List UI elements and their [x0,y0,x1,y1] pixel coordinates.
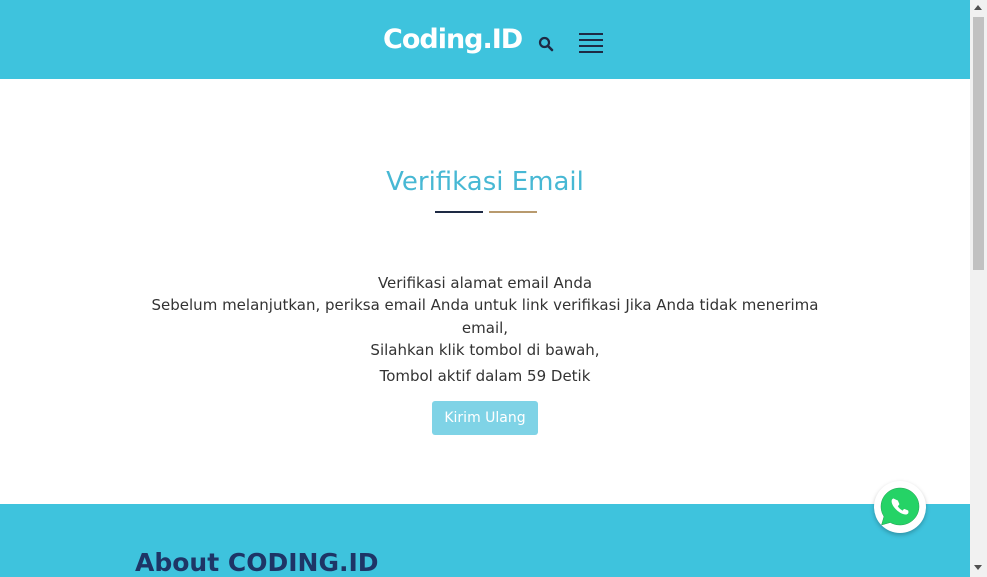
countdown-text: Tombol aktif dalam 59 Detik [379,367,591,385]
vertical-scrollbar[interactable] [970,0,987,577]
whatsapp-icon[interactable] [874,481,926,533]
hamburger-menu-icon[interactable] [579,33,603,55]
site-logo[interactable]: Coding.ID [383,24,523,55]
verification-section: Verifikasi Email Verifikasi alamat email… [0,79,970,504]
scroll-up-arrow-icon[interactable] [974,5,982,10]
verify-line-2: Sebelum melanjutkan, periksa email Anda … [151,296,819,314]
page: Coding.ID Verifikasi Email Verifikasi al… [0,0,970,577]
title-divider-dark [435,211,483,213]
scrollbar-thumb[interactable] [973,17,984,270]
footer: About CODING.ID [0,504,970,577]
scroll-down-arrow-icon[interactable] [974,565,982,570]
resend-button[interactable]: Kirim Ulang [432,401,538,435]
verify-line-3: email, [461,319,509,337]
about-heading: About CODING.ID [135,548,379,577]
verify-line-1: Verifikasi alamat email Anda [377,274,593,292]
verify-line-4: Silahkan klik tombol di bawah, [370,341,600,359]
search-icon[interactable] [538,36,554,52]
page-title: Verifikasi Email [386,167,584,197]
top-navbar: Coding.ID [0,0,970,79]
title-divider-gold [489,211,537,213]
